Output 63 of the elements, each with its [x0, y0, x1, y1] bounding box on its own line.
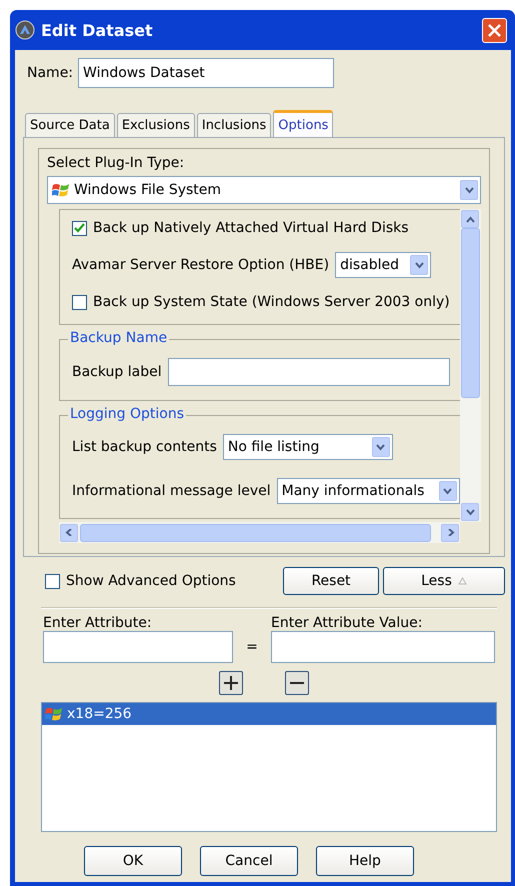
plugin-dropdown[interactable]: Windows File System: [47, 176, 481, 204]
dialog-button[interactable]: OK: [84, 846, 182, 876]
scroll-left-button[interactable]: [60, 524, 78, 542]
checkbox-label: Show Advanced Options: [66, 573, 237, 589]
tab[interactable]: Source Data: [25, 113, 115, 137]
scroll-down-button[interactable]: [461, 503, 479, 521]
remove-button[interactable]: [285, 671, 309, 695]
scroll-thumb[interactable]: [80, 524, 431, 542]
list-item[interactable]: x18=256: [42, 703, 496, 725]
name-field[interactable]: Windows Dataset: [78, 58, 334, 88]
dropdown[interactable]: No file listing: [222, 434, 393, 460]
windows-logo-icon: [52, 182, 70, 198]
field-label: Enter Attribute Value:: [271, 615, 424, 631]
attribute-value-field[interactable]: [271, 631, 495, 663]
dropdown[interactable]: disabled: [335, 252, 432, 278]
plus-icon: [223, 675, 239, 691]
vertical-scrollbar[interactable]: [460, 209, 481, 522]
horizontal-scrollbar[interactable]: [59, 522, 460, 543]
close-button[interactable]: [482, 18, 507, 42]
checkbox[interactable]: [45, 574, 60, 588]
attribute-field[interactable]: [43, 631, 233, 663]
tab[interactable]: Inclusions: [196, 113, 272, 137]
dialog-button[interactable]: Help: [316, 846, 414, 876]
option-label: List backup contents: [72, 439, 217, 455]
checkbox[interactable]: [72, 294, 87, 310]
window-title: Edit Dataset: [41, 20, 154, 40]
checkbox-label: Back up Natively Attached Virtual Hard Disks: [93, 220, 409, 236]
checkmark-icon: [74, 223, 85, 233]
chevron-up-icon: [466, 216, 474, 222]
option-label: Avamar Server Restore Option (HBE): [72, 257, 330, 273]
chevron-down-icon: [376, 444, 386, 450]
scroll-thumb[interactable]: [461, 228, 480, 398]
tab[interactable]: Options: [273, 110, 334, 137]
triangle-up-icon: [458, 577, 467, 585]
name-label: Name:: [27, 65, 74, 81]
windows-logo-icon: [45, 706, 63, 722]
field-label: Backup label: [72, 364, 162, 380]
checkbox-label: Back up System State (Windows Server 2003 only): [93, 294, 450, 310]
chevron-down-icon: [414, 262, 424, 268]
minus-icon: [290, 682, 304, 684]
app-logo-icon: [15, 20, 35, 40]
dialog-button[interactable]: Cancel: [200, 846, 298, 876]
chevron-down-icon: [443, 488, 452, 494]
scroll-up-button[interactable]: [461, 210, 479, 228]
chevron-down-icon: [466, 508, 474, 516]
section-title: Backup Name: [68, 330, 170, 346]
checkbox[interactable]: [72, 220, 87, 236]
chevron-left-icon: [64, 529, 74, 536]
field-label: Enter Attribute:: [43, 615, 153, 631]
plugin-label: Select Plug-In Type:: [47, 155, 186, 171]
less-button[interactable]: Less: [383, 567, 505, 595]
text-field[interactable]: [168, 358, 450, 386]
scroll-right-button[interactable]: [441, 524, 459, 542]
option-label: Informational message level: [72, 483, 271, 499]
chevron-down-icon: [464, 186, 474, 194]
add-button[interactable]: [219, 671, 243, 695]
equals-sign: =: [246, 639, 258, 655]
tab[interactable]: Exclusions: [116, 113, 195, 137]
reset-button[interactable]: Reset: [283, 567, 379, 595]
chevron-right-icon: [446, 529, 454, 536]
section-title: Logging Options: [68, 406, 186, 422]
close-icon: [488, 24, 501, 36]
dropdown[interactable]: Many informationals: [276, 478, 460, 504]
